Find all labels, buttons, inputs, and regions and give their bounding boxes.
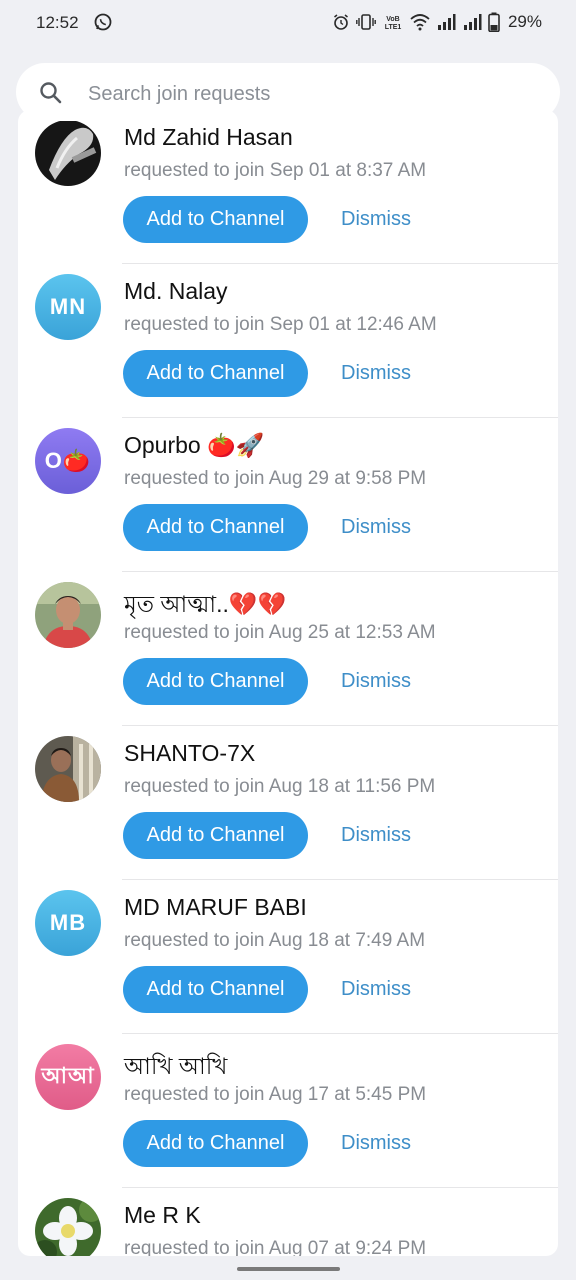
status-icons: VoB LTE1 29%: [332, 12, 542, 32]
avatar-photo[interactable]: [35, 582, 101, 648]
requester-name: Me R K: [124, 1202, 201, 1228]
requester-name: Md. Nalay: [124, 278, 228, 304]
add-to-channel-button[interactable]: Add to Channel: [123, 196, 308, 243]
search-input[interactable]: [86, 78, 530, 110]
join-request-row[interactable]: মৃত আত্মা..💔💔 requested to join Aug 25 at…: [18, 572, 558, 726]
wifi-icon: [410, 13, 430, 31]
signal-icon: [436, 13, 456, 31]
dismiss-button[interactable]: Dismiss: [328, 812, 424, 859]
dismiss-button[interactable]: Dismiss: [328, 966, 424, 1013]
avatar-initials-text: MN: [49, 294, 87, 319]
avatar-initials[interactable]: O🍅: [35, 428, 101, 494]
add-to-channel-button[interactable]: Add to Channel: [123, 504, 308, 551]
avatar-initials-text: MB: [49, 910, 87, 935]
join-request-row[interactable]: Md Zahid Hasan requested to join Sep 01 a…: [18, 110, 558, 264]
join-requests-list: Md Zahid Hasan requested to join Sep 01 a…: [18, 110, 558, 1256]
status-bar: 12:52 VoB LTE1 29%: [0, 0, 576, 48]
gesture-nav-handle[interactable]: [237, 1267, 340, 1271]
request-time: requested to join Aug 17 at 5:45 PM: [124, 1084, 427, 1105]
join-request-row[interactable]: MB MD MARUF BABI requested to join Aug 18 …: [18, 880, 558, 1034]
vibrate-icon: [356, 13, 376, 31]
svg-text:VoB: VoB: [386, 16, 399, 23]
dismiss-button[interactable]: Dismiss: [328, 196, 424, 243]
add-to-channel-button[interactable]: Add to Channel: [123, 350, 308, 397]
dismiss-button[interactable]: Dismiss: [328, 1120, 424, 1167]
request-time: requested to join Sep 01 at 12:46 AM: [124, 314, 437, 335]
add-to-channel-button[interactable]: Add to Channel: [123, 812, 308, 859]
volte-icon: VoB LTE1: [382, 13, 404, 31]
request-time: requested to join Aug 07 at 9:24 PM: [124, 1238, 427, 1256]
search-icon[interactable]: [38, 80, 64, 111]
requester-name: Opurbo 🍅🚀: [124, 432, 265, 458]
requester-name: MD MARUF BABI: [124, 894, 307, 920]
status-time: 12:52: [36, 13, 79, 32]
join-request-row[interactable]: আআ আখি আখি requested to join Aug 17 at 5:4…: [18, 1034, 558, 1188]
avatar-photo[interactable]: [35, 736, 101, 802]
avatar-photo[interactable]: [35, 120, 101, 186]
request-time: requested to join Aug 18 at 7:49 AM: [124, 930, 426, 951]
avatar-initials-text: আআ: [41, 1062, 95, 1088]
request-time: requested to join Sep 01 at 8:37 AM: [124, 160, 427, 181]
battery-icon: [488, 12, 500, 32]
requester-name: Md Zahid Hasan: [124, 124, 293, 150]
whatsapp-icon: [93, 12, 113, 32]
requester-name: মৃত আত্মা..💔💔: [124, 591, 287, 617]
add-to-channel-button[interactable]: Add to Channel: [123, 966, 308, 1013]
requester-name: SHANTO-7X: [124, 740, 256, 766]
join-request-row[interactable]: SHANTO-7X requested to join Aug 18 at 11:…: [18, 726, 558, 880]
battery-percent: 29%: [507, 12, 542, 31]
join-request-row[interactable]: Me R K requested to join Aug 07 at 9:24 P…: [18, 1188, 558, 1256]
dismiss-button[interactable]: Dismiss: [328, 504, 424, 551]
request-time: requested to join Aug 29 at 9:58 PM: [124, 468, 427, 489]
avatar-initials[interactable]: MN: [35, 274, 101, 340]
svg-text:LTE1: LTE1: [385, 24, 402, 31]
avatar-initials[interactable]: MB: [35, 890, 101, 956]
alarm-icon: [332, 13, 350, 31]
join-request-row[interactable]: MN Md. Nalay requested to join Sep 01 at 1…: [18, 264, 558, 418]
avatar-initials[interactable]: আআ: [35, 1044, 101, 1110]
avatar-photo[interactable]: [35, 1198, 101, 1256]
add-to-channel-button[interactable]: Add to Channel: [123, 1120, 308, 1167]
request-time: requested to join Aug 18 at 11:56 PM: [124, 776, 436, 797]
add-to-channel-button[interactable]: Add to Channel: [123, 658, 308, 705]
signal-icon: [462, 13, 482, 31]
dismiss-button[interactable]: Dismiss: [328, 350, 424, 397]
dismiss-button[interactable]: Dismiss: [328, 658, 424, 705]
avatar-initials-text: O🍅: [44, 448, 92, 473]
requester-name: আখি আখি: [124, 1053, 228, 1079]
request-time: requested to join Aug 25 at 12:53 AM: [124, 622, 436, 643]
join-request-row[interactable]: O🍅 Opurbo 🍅🚀 requested to join Aug 29 at 9…: [18, 418, 558, 572]
